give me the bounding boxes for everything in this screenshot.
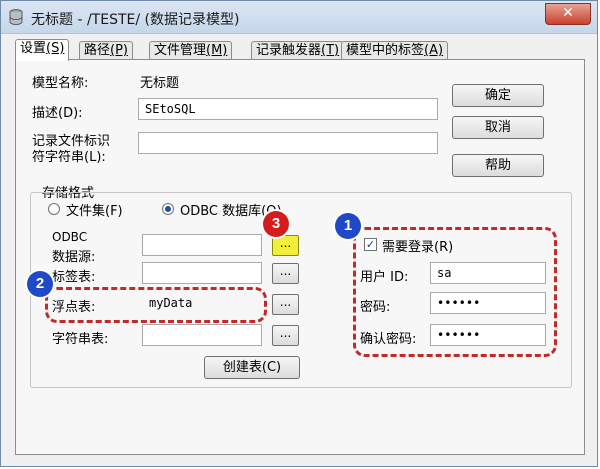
radio-fileset[interactable] [48,203,60,215]
annotation-badge-1: 1 [335,213,361,239]
description-input[interactable]: SEtoSQL [138,98,438,120]
string-table-input[interactable] [142,324,262,346]
model-name-value: 无标题 [140,76,180,91]
odbc-datasource-input[interactable] [142,234,262,256]
odbc-browse-button[interactable]: ... [272,235,299,256]
login-highlight-box [353,227,557,357]
dialog-window: 无标题 - /TESTE/ (数据记录模型) ✕ 设置(S) 路径(P) 文件管… [0,0,598,467]
tab-model-tags[interactable]: 模型中的标签(A) [341,41,449,60]
close-button[interactable]: ✕ [545,3,591,25]
tab-settings[interactable]: 设置(S) [15,39,70,61]
record-file-label-line2: 符字符串(L): [32,150,106,165]
odbc-label-line2: 数据源: [52,250,96,265]
tab-record-trigger[interactable]: 记录触发器(T) [251,41,345,60]
window-title: 无标题 - /TESTE/ (数据记录模型) [31,12,240,28]
tab-path[interactable]: 路径(P) [79,41,133,60]
tag-table-label: 标签表: [52,270,96,285]
cancel-button[interactable]: 取消 [452,116,544,139]
annotation-badge-2: 2 [27,271,53,297]
float-table-browse-button[interactable]: ... [272,294,299,315]
string-table-browse-button[interactable]: ... [272,325,299,346]
ok-button[interactable]: 确定 [452,84,544,107]
string-table-label: 字符串表: [52,332,109,347]
tag-table-browse-button[interactable]: ... [272,263,299,284]
radio-odbc[interactable] [162,203,174,215]
record-file-input[interactable] [138,132,438,154]
database-icon [9,9,23,25]
description-label: 描述(D): [32,106,83,121]
help-button[interactable]: 帮助 [452,154,544,177]
annotation-badge-3: 3 [263,211,289,237]
tag-table-input[interactable] [142,262,262,284]
float-table-highlight-box [45,287,267,323]
tab-file-management[interactable]: 文件管理(M) [149,41,233,60]
model-name-label: 模型名称: [32,76,89,91]
create-table-button[interactable]: 创建表(C) [204,356,300,379]
title-bar[interactable]: 无标题 - /TESTE/ (数据记录模型) ✕ [1,1,597,34]
fileset-option-label: 文件集(F) [66,204,123,219]
odbc-label-line1: ODBC [52,230,88,244]
